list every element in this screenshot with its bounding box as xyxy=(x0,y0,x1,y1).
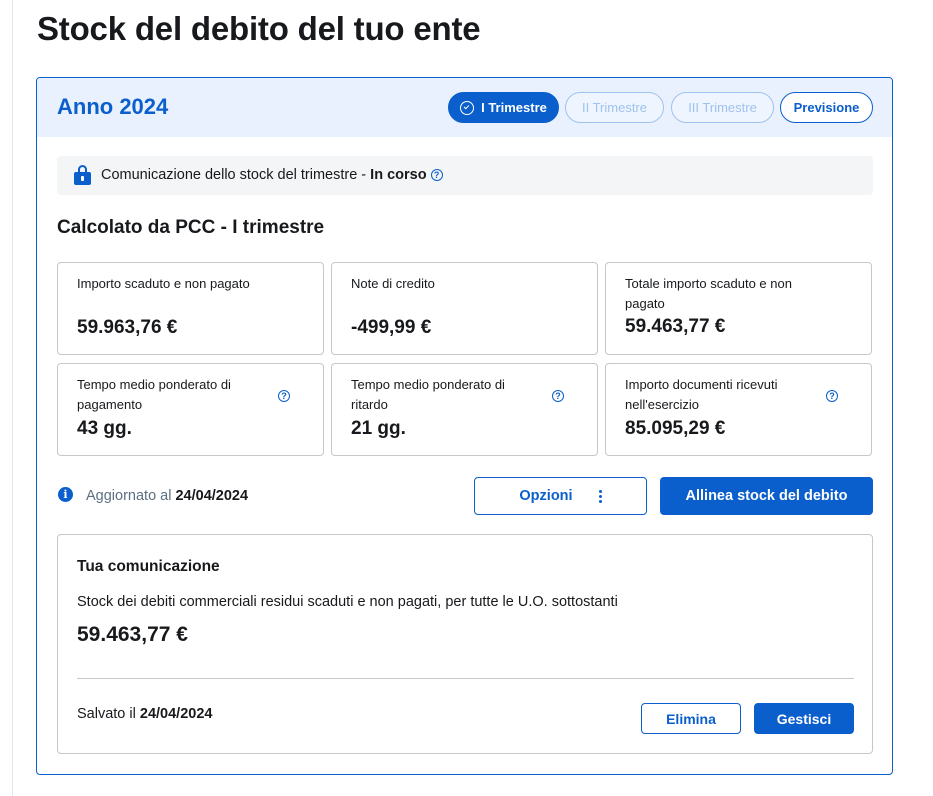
help-icon[interactable]: ? xyxy=(552,390,564,402)
status-text: Comunicazione dello stock del trimestre … xyxy=(101,167,443,183)
options-button[interactable]: Opzioni xyxy=(474,477,647,515)
card-header: Anno 2024 I Trimestre II Trimestre III T… xyxy=(37,78,892,137)
saved-info: Salvato il 24/04/2024 xyxy=(77,706,212,722)
kebab-menu-icon xyxy=(598,489,602,503)
metric-label: Tempo medio ponderato di pagamento xyxy=(77,377,231,412)
metric-value: 21 gg. xyxy=(351,418,406,439)
communication-panel: Tua comunicazione Stock dei debiti comme… xyxy=(57,534,873,754)
lock-icon xyxy=(74,164,91,185)
stock-card: Anno 2024 I Trimestre II Trimestre III T… xyxy=(36,77,893,775)
info-icon: i xyxy=(58,487,73,502)
options-label: Opzioni xyxy=(519,488,573,504)
page-title: Stock del debito del tuo ente xyxy=(37,10,481,47)
metric-label: Totale importo scaduto e non pagato xyxy=(625,276,792,311)
updated-text: Aggiornato al 24/04/2024 xyxy=(86,488,248,504)
help-icon[interactable]: ? xyxy=(430,169,443,182)
metric-label: Importo documenti ricevuti nell'esercizi… xyxy=(625,377,778,412)
left-rule xyxy=(12,0,13,796)
tab-ii-trimestre[interactable]: II Trimestre xyxy=(565,92,664,123)
help-icon[interactable]: ? xyxy=(278,390,290,402)
saved-label: Salvato il xyxy=(77,706,140,722)
check-circle-icon xyxy=(460,100,475,115)
tab-label: Previsione xyxy=(793,100,860,115)
updated-date: 24/04/2024 xyxy=(175,488,249,504)
saved-date: 24/04/2024 xyxy=(139,706,213,722)
metric-tempo-pagamento: Tempo medio ponderato di pagamento ? 43 … xyxy=(57,363,324,456)
metric-importo-documenti: Importo documenti ricevuti nell'esercizi… xyxy=(605,363,872,456)
updated-label: Aggiornato al xyxy=(86,488,176,504)
communication-value: 59.463,77 € xyxy=(77,623,188,646)
divider xyxy=(77,678,854,679)
year-title: Anno 2024 xyxy=(57,94,169,119)
tab-label: III Trimestre xyxy=(688,100,757,115)
metric-value: 43 gg. xyxy=(77,418,132,439)
status-state: In corso xyxy=(370,167,427,183)
tab-label: I Trimestre xyxy=(481,100,547,115)
metric-value: 59.963,76 € xyxy=(77,317,178,338)
tab-i-trimestre[interactable]: I Trimestre xyxy=(448,92,559,123)
metric-value: 85.095,29 € xyxy=(625,418,726,439)
metric-value: -499,99 € xyxy=(351,317,432,338)
metric-note-credito: Note di credito -499,99 € xyxy=(331,262,598,355)
metric-totale-importo: Totale importo scaduto e non pagato 59.4… xyxy=(605,262,872,355)
tab-label: II Trimestre xyxy=(581,100,647,115)
metric-label: Tempo medio ponderato di ritardo xyxy=(351,377,505,412)
metric-value: 59.463,77 € xyxy=(625,316,726,337)
status-bar: Comunicazione dello stock del trimestre … xyxy=(57,156,873,195)
metric-tempo-ritardo: Tempo medio ponderato di ritardo ? 21 gg… xyxy=(331,363,598,456)
section-title: Calcolato da PCC - I trimestre xyxy=(57,217,325,238)
help-icon[interactable]: ? xyxy=(826,390,838,402)
metric-label: Importo scaduto e non pagato xyxy=(77,276,250,291)
tab-iii-trimestre[interactable]: III Trimestre xyxy=(671,92,774,123)
communication-description: Stock dei debiti commerciali residui sca… xyxy=(77,594,618,610)
align-stock-button[interactable]: Allinea stock del debito xyxy=(660,477,873,515)
communication-title: Tua comunicazione xyxy=(77,558,220,575)
manage-button[interactable]: Gestisci xyxy=(754,703,854,734)
tab-previsione[interactable]: Previsione xyxy=(780,92,873,123)
metric-label: Note di credito xyxy=(351,276,435,291)
metric-importo-scaduto: Importo scaduto e non pagato 59.963,76 € xyxy=(57,262,324,355)
delete-button[interactable]: Elimina xyxy=(641,703,741,734)
status-label: Comunicazione dello stock del trimestre … xyxy=(101,167,371,183)
